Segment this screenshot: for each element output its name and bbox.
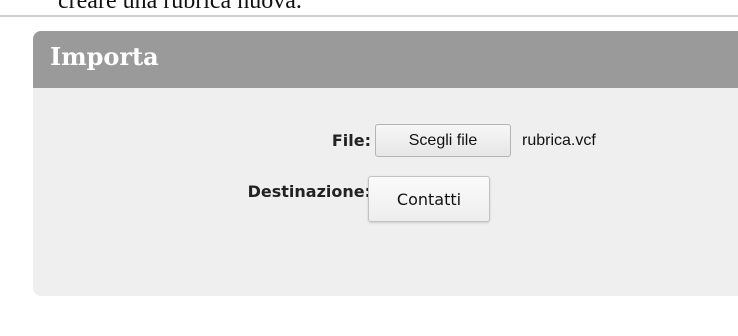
divider (0, 15, 738, 17)
destination-select[interactable]: Contatti (368, 176, 490, 222)
intro-text: creare una rubrica nuova. (58, 0, 302, 14)
panel-title: Importa (50, 42, 159, 71)
panel-header: Importa (33, 31, 738, 88)
choose-file-button[interactable]: Scegli file (375, 124, 511, 157)
import-panel: Importa File: Scegli file rubrica.vcf De… (33, 31, 738, 296)
selected-file-name: rubrica.vcf (522, 132, 596, 149)
destination-label: Destinazione: (247, 182, 371, 201)
file-label: File: (331, 131, 371, 150)
